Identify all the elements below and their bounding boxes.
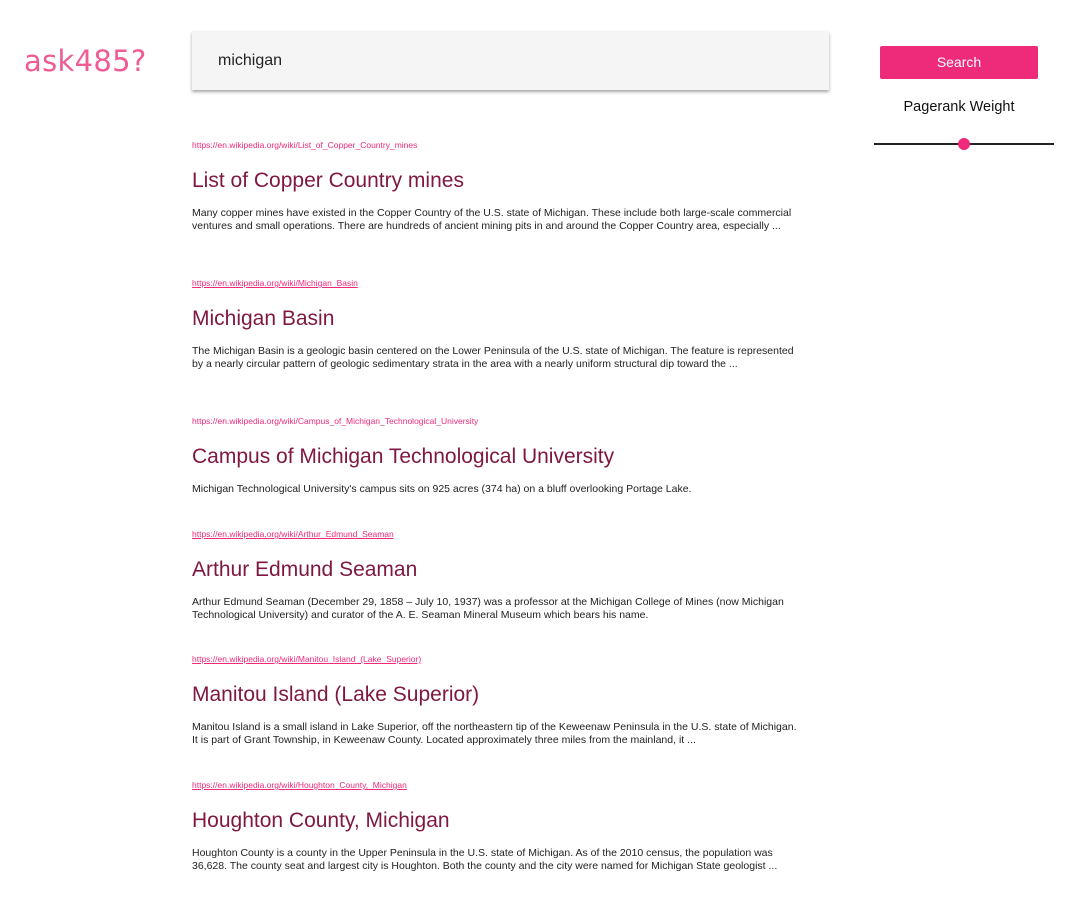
result-url[interactable]: https://en.wikipedia.org/wiki/Manitou_Is… [192,654,802,664]
result-item: https://en.wikipedia.org/wiki/Michigan_B… [192,278,802,371]
pagerank-weight-label: Pagerank Weight [903,99,1015,115]
result-item: https://en.wikipedia.org/wiki/Arthur_Edm… [192,529,802,622]
search-input[interactable] [218,31,808,90]
result-title[interactable]: Michigan Basin [192,306,802,332]
result-snippet: Manitou Island is a small island in Lake… [192,721,797,746]
result-snippet: The Michigan Basin is a geologic basin c… [192,345,794,370]
result-snippet: Many copper mines have existed in the Co… [192,207,792,232]
slider-thumb[interactable] [958,138,970,150]
search-button[interactable]: Search [880,46,1038,79]
result-url[interactable]: https://en.wikipedia.org/wiki/Arthur_Edm… [192,529,802,539]
result-snippet: Arthur Edmund Seaman (December 29, 1858 … [192,596,784,621]
result-snippet: Michigan Technological University's camp… [192,483,692,495]
result-item: https://en.wikipedia.org/wiki/Houghton_C… [192,780,802,873]
result-url[interactable]: https://en.wikipedia.org/wiki/Campus_of_… [192,416,802,426]
result-item: https://en.wikipedia.org/wiki/Manitou_Is… [192,654,802,747]
result-title[interactable]: List of Copper Country mines [192,168,802,194]
pagerank-weight-slider[interactable] [874,136,1054,152]
site-logo[interactable]: ask485? [24,44,147,78]
result-url[interactable]: https://en.wikipedia.org/wiki/Michigan_B… [192,278,802,288]
result-title[interactable]: Houghton County, Michigan [192,808,802,834]
result-snippet: Houghton County is a county in the Upper… [192,847,778,872]
search-box [192,31,829,90]
result-item: https://en.wikipedia.org/wiki/Campus_of_… [192,416,802,496]
search-page: ask485? Search Pagerank Weight https://e… [0,0,1080,906]
result-url[interactable]: https://en.wikipedia.org/wiki/List_of_Co… [192,140,802,150]
result-url[interactable]: https://en.wikipedia.org/wiki/Houghton_C… [192,780,802,790]
result-title[interactable]: Manitou Island (Lake Superior) [192,682,802,708]
result-title[interactable]: Arthur Edmund Seaman [192,557,802,583]
result-item: https://en.wikipedia.org/wiki/List_of_Co… [192,140,802,233]
result-title[interactable]: Campus of Michigan Technological Univers… [192,444,802,470]
